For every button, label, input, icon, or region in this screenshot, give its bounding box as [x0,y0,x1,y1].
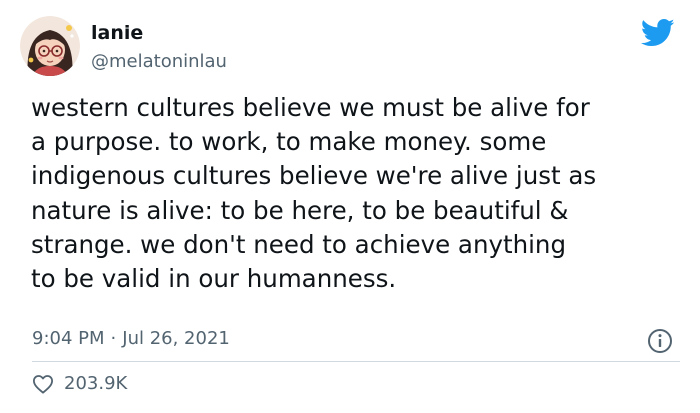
info-icon[interactable] [647,328,673,354]
divider [32,361,680,362]
twitter-bird-icon[interactable] [641,18,675,48]
tweet-timestamp[interactable]: 9:04 PM · Jul 26, 2021 [32,328,230,349]
like-count: 203.9K [64,373,128,394]
tweet-text: western cultures believe we must be aliv… [31,93,597,294]
avatar-illustration [20,16,80,76]
heart-icon [33,374,53,394]
tweet-card: lanie @melatoninlau western cultures bel… [0,0,700,413]
avatar[interactable] [20,16,80,76]
tweet-time[interactable]: 9:04 PM [32,328,105,349]
like-button[interactable]: 203.9K [32,373,127,394]
tweet-date[interactable]: Jul 26, 2021 [122,328,230,349]
meta-separator: · [110,328,117,349]
display-name[interactable]: lanie [91,22,143,44]
user-handle[interactable]: @melatoninlau [91,51,227,72]
